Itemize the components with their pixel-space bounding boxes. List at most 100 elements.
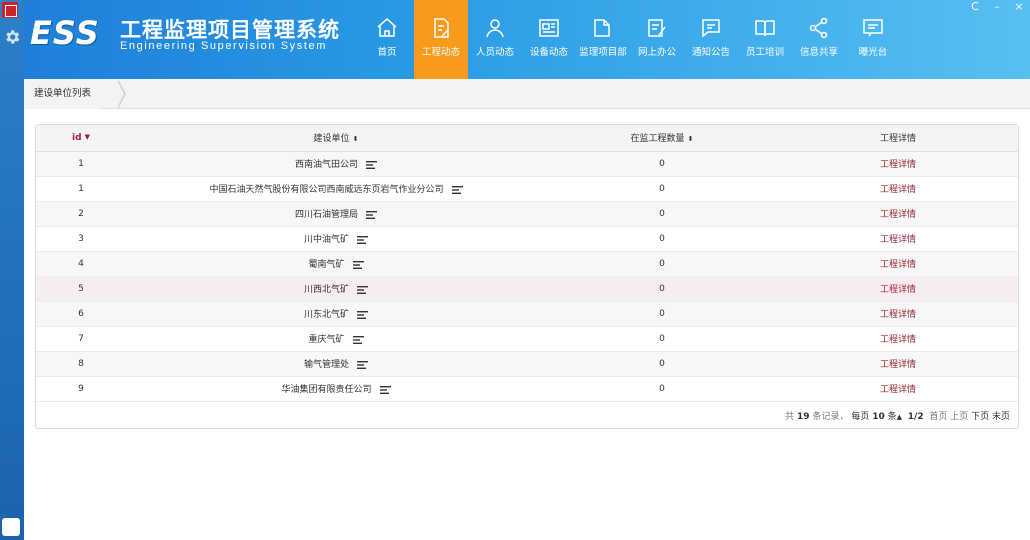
project-detail-link[interactable]: 工程详情 bbox=[880, 260, 916, 270]
cell-count: 0 bbox=[546, 301, 778, 327]
table-row: 4 蜀南气矿 0 工程详情 bbox=[36, 251, 1018, 277]
text-align-icon[interactable] bbox=[451, 185, 463, 194]
text-align-icon[interactable] bbox=[366, 210, 377, 219]
app-title-en: Engineering Supervision System bbox=[120, 40, 327, 52]
project-detail-link[interactable]: 工程详情 bbox=[880, 385, 916, 395]
per-page-prefix: 每页 bbox=[851, 412, 870, 422]
text-align-icon[interactable] bbox=[379, 385, 391, 394]
message-icon bbox=[863, 19, 883, 37]
folder-icon bbox=[594, 19, 610, 37]
nav-home[interactable]: 首页 bbox=[360, 0, 414, 79]
text-align-icon[interactable] bbox=[357, 235, 368, 244]
prev-page-link[interactable]: 上页 bbox=[950, 412, 968, 422]
nav-equipment[interactable]: 设备动态 bbox=[522, 0, 576, 79]
nav-label: 通知公告 bbox=[691, 47, 730, 58]
nav-label: 首页 bbox=[377, 47, 397, 58]
text-align-icon[interactable] bbox=[357, 310, 368, 319]
top-header: ESS 工程监理项目管理系统 Engineering Supervision S… bbox=[24, 0, 1030, 79]
column-header-label: 在监工程数量 bbox=[630, 134, 685, 145]
per-page-select[interactable]: 10 bbox=[872, 412, 885, 422]
cell-unit: 华油集团有限责任公司 bbox=[126, 376, 546, 402]
page-indicator: 1/2 bbox=[907, 412, 924, 422]
breadcrumb-item[interactable]: 建设单位列表 bbox=[24, 79, 102, 109]
cell-count: 0 bbox=[546, 326, 778, 352]
column-header-count[interactable]: 在监工程数量 ⬍ bbox=[546, 125, 778, 152]
project-detail-link[interactable]: 工程详情 bbox=[880, 235, 916, 245]
text-align-icon[interactable] bbox=[352, 260, 364, 269]
table-row: 3 川中油气矿 0 工程详情 bbox=[36, 226, 1018, 252]
nav-label: 工程动态 bbox=[421, 47, 460, 58]
nav-supervision-dept[interactable]: 监理项目部 bbox=[576, 0, 630, 79]
cell-id: 1 bbox=[36, 151, 126, 177]
close-button[interactable]: × bbox=[1008, 0, 1030, 16]
cell-id: 2 bbox=[36, 201, 126, 227]
nav-training[interactable]: 员工培训 bbox=[738, 0, 792, 79]
cell-id: 7 bbox=[36, 326, 126, 352]
home-icon bbox=[377, 17, 397, 37]
table-row: 8 输气管理处 0 工程详情 bbox=[36, 351, 1018, 377]
text-align-icon[interactable] bbox=[357, 285, 368, 294]
project-detail-link[interactable]: 工程详情 bbox=[880, 160, 916, 170]
text-align-icon[interactable] bbox=[366, 160, 377, 169]
cell-detail: 工程详情 bbox=[778, 176, 1018, 202]
next-page-link[interactable]: 下页 bbox=[971, 412, 989, 422]
nav-info-share[interactable]: 信息共享 bbox=[792, 0, 846, 79]
cell-detail: 工程详情 bbox=[778, 201, 1018, 227]
caret-up-icon[interactable]: ▲ bbox=[897, 413, 902, 421]
window-controls: C – × bbox=[964, 0, 1030, 16]
cell-unit: 川东北气矿 bbox=[126, 301, 546, 327]
table-row: 1 西南油气田公司 0 工程详情 bbox=[36, 151, 1018, 177]
cell-detail: 工程详情 bbox=[778, 276, 1018, 302]
table-row: 9 华油集团有限责任公司 0 工程详情 bbox=[36, 376, 1018, 402]
project-detail-link[interactable]: 工程详情 bbox=[880, 285, 916, 295]
unit-list-panel: id ▼ 建设单位 ⬍ 在监工程数量 ⬍ 工程详情 1 西南油气田公司 0 工程详情 bbox=[35, 124, 1019, 429]
last-page-link[interactable]: 末页 bbox=[992, 412, 1010, 422]
unit-name: 川东北气矿 bbox=[303, 310, 349, 320]
cell-id: 1 bbox=[36, 176, 126, 202]
cell-count: 0 bbox=[546, 176, 778, 202]
nav-project-news[interactable]: 工程动态 bbox=[414, 0, 468, 79]
column-header-unit[interactable]: 建设单位 ⬍ bbox=[126, 125, 546, 152]
column-header-id[interactable]: id ▼ bbox=[36, 125, 126, 152]
main-nav: 首页 工程动态 人员动态 设备动态 监理项目部 网上办公 通知公告 员工培训 信… bbox=[360, 0, 900, 79]
unit-name: 输气管理处 bbox=[303, 360, 349, 370]
project-detail-link[interactable]: 工程详情 bbox=[880, 360, 916, 370]
table-row: 1 中国石油天然气股份有限公司西南威远东页岩气作业分公司 0 工程详情 bbox=[36, 176, 1018, 202]
edit-doc-icon bbox=[434, 18, 449, 38]
cell-id: 5 bbox=[36, 276, 126, 302]
unit-name: 华油集团有限责任公司 bbox=[281, 385, 372, 395]
nav-notices[interactable]: 通知公告 bbox=[684, 0, 738, 79]
project-detail-link[interactable]: 工程详情 bbox=[880, 185, 916, 195]
project-detail-link[interactable]: 工程详情 bbox=[880, 335, 916, 345]
cell-unit: 四川石油管理局 bbox=[126, 201, 546, 227]
cell-id: 4 bbox=[36, 251, 126, 277]
nav-online-office[interactable]: 网上办公 bbox=[630, 0, 684, 79]
cell-unit: 重庆气矿 bbox=[126, 326, 546, 352]
refresh-button[interactable]: C bbox=[964, 0, 986, 16]
chat-icon bbox=[702, 19, 720, 38]
project-detail-link[interactable]: 工程详情 bbox=[880, 210, 916, 220]
text-align-icon[interactable] bbox=[357, 360, 368, 369]
settings-gear-icon[interactable] bbox=[3, 28, 21, 46]
unit-name: 中国石油天然气股份有限公司西南威远东页岩气作业分公司 bbox=[209, 185, 444, 195]
nav-label: 人员动态 bbox=[475, 47, 514, 58]
nav-label: 设备动态 bbox=[529, 47, 568, 58]
nav-exposure[interactable]: 曝光台 bbox=[846, 0, 900, 79]
cell-count: 0 bbox=[546, 226, 778, 252]
nav-personnel[interactable]: 人员动态 bbox=[468, 0, 522, 79]
cell-detail: 工程详情 bbox=[778, 151, 1018, 177]
cell-id: 3 bbox=[36, 226, 126, 252]
unit-table: id ▼ 建设单位 ⬍ 在监工程数量 ⬍ 工程详情 1 西南油气田公司 0 工程详情 bbox=[36, 125, 1018, 402]
first-page-link[interactable]: 首页 bbox=[929, 412, 947, 422]
sidebar-bottom-button[interactable] bbox=[2, 518, 20, 536]
project-detail-link[interactable]: 工程详情 bbox=[880, 310, 916, 320]
pen-doc-icon bbox=[648, 19, 666, 37]
text-align-icon[interactable] bbox=[352, 335, 364, 344]
user-icon bbox=[486, 19, 504, 38]
column-header-detail: 工程详情 bbox=[778, 125, 1018, 152]
cell-unit: 输气管理处 bbox=[126, 351, 546, 377]
minimize-button[interactable]: – bbox=[986, 0, 1008, 16]
cell-unit: 川中油气矿 bbox=[126, 226, 546, 252]
sort-both-icon: ⬍ bbox=[352, 134, 359, 143]
column-header-label: 建设单位 bbox=[313, 134, 350, 145]
